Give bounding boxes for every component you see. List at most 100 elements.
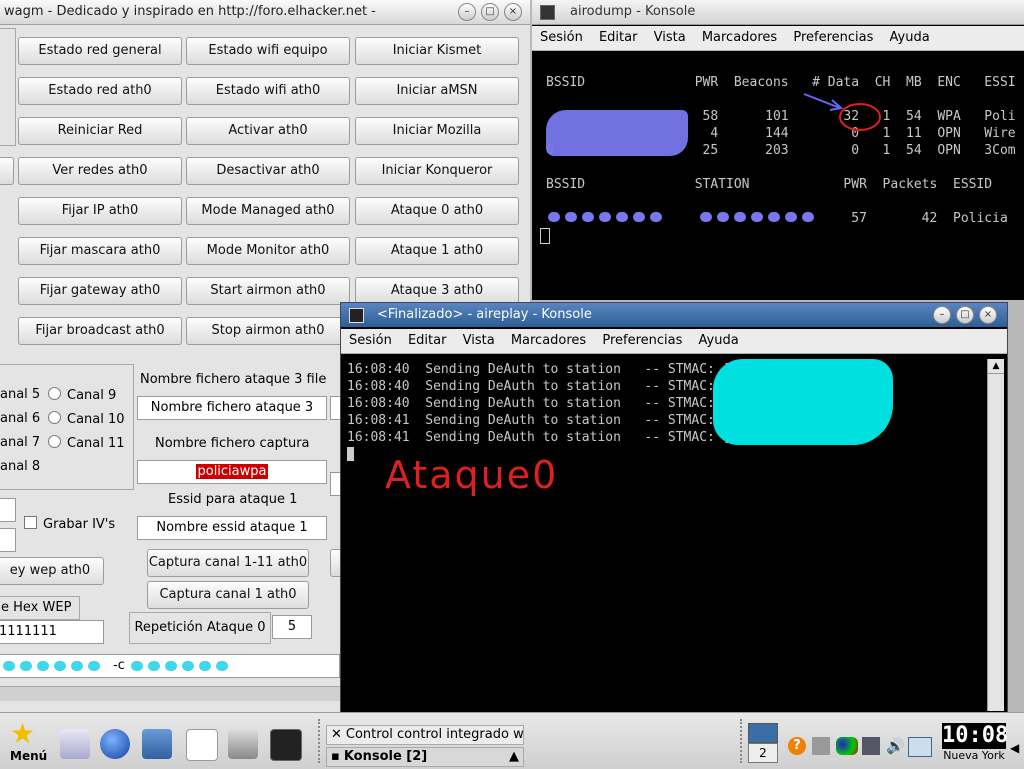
fijar-mascara-ath0-button[interactable]: Fijar mascara ath0 [18,237,182,265]
iniciar-mozilla-button[interactable]: Iniciar Mozilla [355,117,519,145]
aireplay-title: <Finalizado> - aireplay - Konsole [377,307,592,322]
channel-10-radio[interactable]: Canal 10 [48,411,125,427]
fijar-gateway-ath0-button[interactable]: Fijar gateway ath0 [18,277,182,305]
grabar-ivs-checkbox[interactable]: Grabar IV's [24,516,115,532]
attack3-file-label: Nombre fichero ataque 3 file [140,372,327,387]
menu-ayuda[interactable]: Ayuda [699,329,739,353]
airodump-titlebar[interactable]: airodump - Konsole [532,0,1024,25]
pager-desktop-number[interactable]: 2 [748,743,778,763]
aireplay-titlebar[interactable]: <Finalizado> - aireplay - Konsole – □ × [341,303,1007,327]
iniciar-kismet-button[interactable]: Iniciar Kismet [355,37,519,65]
capture-file-input[interactable]: policiawpa [137,460,327,484]
ataque-3-ath0-button[interactable]: Ataque 3 ath0 [355,277,519,305]
minimize-icon[interactable]: – [933,306,951,324]
task-control-center[interactable]: ✕ Control control integrado w [326,725,524,745]
hex-wep-label: e Hex WEP [1,600,72,615]
kde-tray-icon[interactable] [836,737,858,755]
volume-icon[interactable]: 🔊 [886,737,905,755]
minimize-icon[interactable]: – [458,3,476,21]
mode-managed-ath0-button[interactable]: Mode Managed ath0 [186,197,350,225]
text-editor-icon[interactable] [186,729,218,761]
close-icon[interactable]: × [979,306,997,324]
scrollbar[interactable]: ▲ [987,359,1004,711]
clock[interactable]: 10:08 Nueva York [942,723,1008,765]
display-icon[interactable] [862,737,880,755]
settings-icon[interactable] [812,737,830,755]
captura-canal-1-11-button[interactable]: Captura canal 1-11 ath0 [147,549,309,577]
stub-field[interactable] [0,498,16,522]
key-wep-ath0-button[interactable]: ey wep ath0 [0,557,104,585]
repeat-attack0-input[interactable]: 5 [272,615,312,639]
menu-vista[interactable]: Vista [654,26,686,50]
estado-wifi-ath0-button[interactable]: Estado wifi ath0 [186,77,350,105]
radio-icon[interactable] [48,435,61,448]
desktop-pager[interactable]: 2 [748,723,778,763]
command-line-field[interactable]: -c [0,654,340,678]
help-icon[interactable]: ? [788,737,806,755]
repeat-label-box: Repetición Ataque 0 [129,612,271,644]
stop-airmon-ath0-button[interactable]: Stop airmon ath0 [186,317,350,345]
mode-monitor-ath0-button[interactable]: Mode Monitor ath0 [186,237,350,265]
ver-redes-ath0-button[interactable]: Ver redes ath0 [18,157,182,185]
terminal-icon[interactable] [270,729,302,761]
ap-header: BSSID PWR Beacons # Data CH MB ENC ESSI [546,75,1016,90]
estado-red-general-button[interactable]: Estado red general [18,37,182,65]
wagm-title: wagm - Dedicado y inspirado en http://fo… [4,4,376,19]
channel-9-radio[interactable]: Canal 9 [48,387,116,403]
iniciar-amsn-button[interactable]: Iniciar aMSN [355,77,519,105]
stub-field[interactable] [0,528,16,552]
iniciar-konqueror-button[interactable]: Iniciar Konqueror [355,157,519,185]
star-icon: ★ [10,717,36,750]
maximize-icon[interactable]: □ [481,3,499,21]
channel-11-radio[interactable]: Canal 11 [48,435,125,451]
gimp-icon[interactable] [228,729,258,759]
fijar-broadcast-ath0-button[interactable]: Fijar broadcast ath0 [18,317,182,345]
airodump-menubar: Sesión Editar Vista Marcadores Preferenc… [532,26,1024,51]
task-konsole[interactable]: ▪ Konsole [2] ▲ [326,747,524,767]
menu-preferencias[interactable]: Preferencias [602,329,682,353]
start-airmon-ath0-button[interactable]: Start airmon ath0 [186,277,350,305]
essid-attack1-input[interactable]: Nombre essid ataque 1 [137,516,327,540]
window-list-icon[interactable] [908,737,932,757]
scroll-up-icon[interactable]: ▲ [988,359,1004,374]
redacted-station [700,212,814,222]
menu-marcadores[interactable]: Marcadores [511,329,586,353]
browser-globe-icon[interactable] [100,729,130,759]
menu-ayuda[interactable]: Ayuda [890,26,930,50]
menu-marcadores[interactable]: Marcadores [702,26,777,50]
network-icon[interactable] [142,729,172,759]
estado-red-ath0-button[interactable]: Estado red ath0 [18,77,182,105]
captura-canal-1-button[interactable]: Captura canal 1 ath0 [147,581,309,609]
ataque-1-ath0-button[interactable]: Ataque 1 ath0 [355,237,519,265]
desactivar-ath0-button[interactable]: Desactivar ath0 [186,157,350,185]
ataque-0-ath0-button[interactable]: Ataque 0 ath0 [355,197,519,225]
menu-vista[interactable]: Vista [463,329,495,353]
estado-wifi-equipo-button[interactable]: Estado wifi equipo [186,37,350,65]
checkbox-icon[interactable] [24,516,37,529]
annotation-arrow-circle [803,93,881,131]
control-center-icon[interactable] [60,729,90,759]
radio-icon[interactable] [48,387,61,400]
scrollbar[interactable] [0,686,340,701]
wagm-titlebar[interactable]: wagm - Dedicado y inspirado en http://fo… [0,0,530,25]
close-icon[interactable]: × [504,3,522,21]
radio-icon[interactable] [48,411,61,424]
panel-arrow-icon[interactable]: ◀ [1010,741,1019,755]
attack3-file-input[interactable]: Nombre fichero ataque 3 [137,396,327,420]
terminal-cursor [347,447,354,461]
redacted-mac [3,661,100,671]
pager-desktop-active[interactable] [748,723,778,743]
fijar-ip-ath0-button[interactable]: Fijar IP ath0 [18,197,182,225]
menu-sesion[interactable]: Sesión [349,329,392,353]
reiniciar-red-button[interactable]: Reiniciar Red [18,117,182,145]
edge-button[interactable] [0,157,14,185]
taskbar: ★ Menú ✕ Control control integrado w ▪ Kon… [0,712,1024,769]
hex-wep-input[interactable]: 1111111 [0,620,104,644]
kmenu-button[interactable]: ★ Menú [4,719,50,765]
menu-editar[interactable]: Editar [599,26,638,50]
menu-preferencias[interactable]: Preferencias [793,26,873,50]
menu-sesion[interactable]: Sesión [540,26,583,50]
maximize-icon[interactable]: □ [956,306,974,324]
menu-editar[interactable]: Editar [408,329,447,353]
activar-ath0-button[interactable]: Activar ath0 [186,117,350,145]
